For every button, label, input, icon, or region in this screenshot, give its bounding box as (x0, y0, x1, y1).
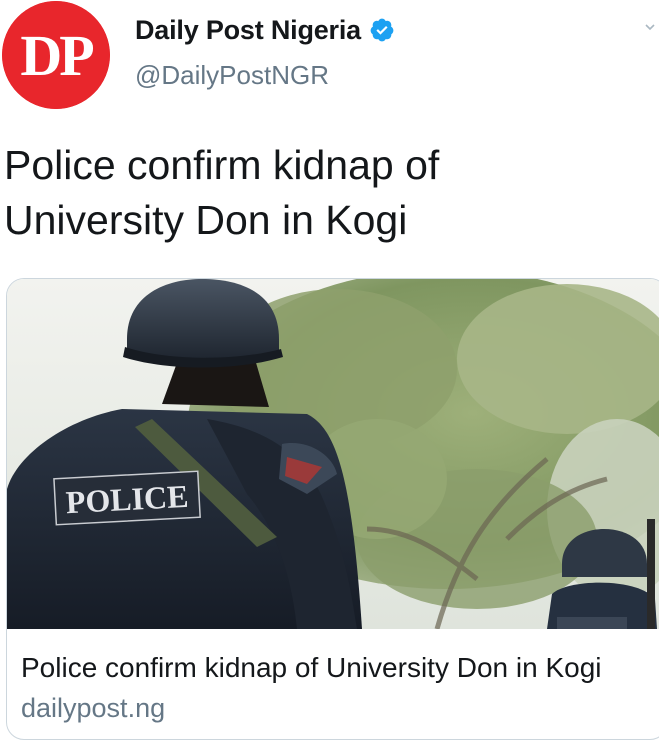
police-photo: POLICE (7, 279, 659, 629)
display-name[interactable]: Daily Post Nigeria (135, 15, 361, 46)
avatar-text: DP (20, 23, 93, 88)
author-handle[interactable]: @DailyPostNGR (135, 60, 329, 91)
verified-badge-icon (369, 17, 395, 43)
card-domain: dailypost.ng (21, 693, 166, 723)
tweet-header: DP Daily Post Nigeria @DailyPostNGR (0, 0, 659, 110)
tweet-text: Police confirm kidnap of University Don … (4, 142, 440, 243)
avatar-logo: DP (2, 1, 110, 109)
vest-police-label: POLICE (65, 478, 189, 520)
card-title[interactable]: Police confirm kidnap of University Don … (21, 652, 601, 684)
link-card[interactable]: POLICE Police confirm kidnap of Universi… (6, 278, 659, 740)
avatar[interactable]: DP (2, 1, 110, 109)
chevron-down-icon[interactable] (643, 20, 657, 34)
author-name-row: Daily Post Nigeria (135, 10, 395, 50)
card-image[interactable]: POLICE (7, 279, 659, 629)
